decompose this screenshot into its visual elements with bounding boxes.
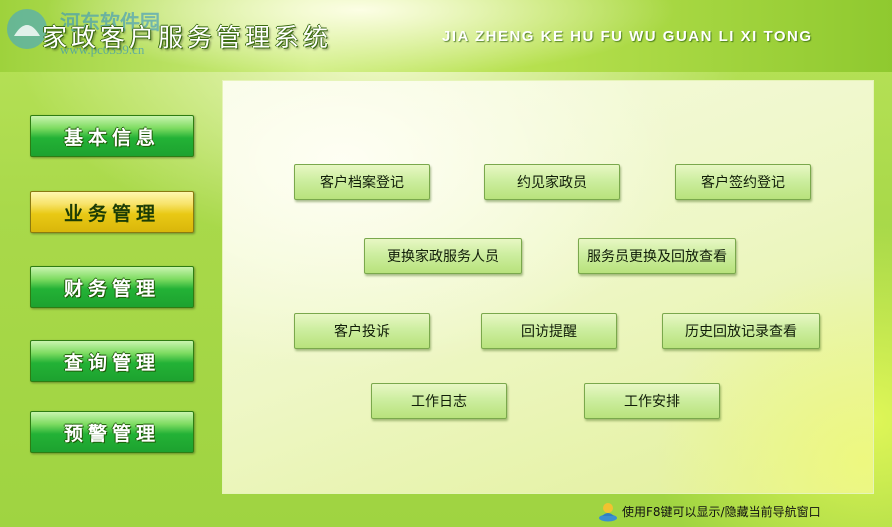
nav-finance-management-button[interactable]: 财务管理 — [30, 266, 194, 308]
nav-alert-management-button[interactable]: 预警管理 — [30, 411, 194, 453]
work-log-button[interactable]: 工作日志 — [371, 383, 507, 419]
footer-hint-text: 使用F8键可以显示/隐藏当前导航窗口 — [622, 504, 821, 519]
history-review-button[interactable]: 历史回放记录查看 — [662, 313, 820, 349]
app-window: 河东软件园 www.pc0359.cn 家政客户服务管理系统 JIA ZHENG… — [0, 0, 892, 527]
footer-hint: 使用F8键可以显示/隐藏当前导航窗口 — [596, 500, 821, 522]
nav-basic-info-button[interactable]: 基本信息 — [30, 115, 194, 157]
header-banner: 河东软件园 www.pc0359.cn 家政客户服务管理系统 JIA ZHENG… — [0, 0, 892, 72]
nav-business-management-button[interactable]: 业务管理 — [30, 191, 194, 233]
nav-query-management-button[interactable]: 查询管理 — [30, 340, 194, 382]
app-title-pinyin: JIA ZHENG KE HU FU WU GUAN LI XI TONG — [442, 28, 813, 45]
work-schedule-button[interactable]: 工作安排 — [584, 383, 720, 419]
revisit-reminder-button[interactable]: 回访提醒 — [481, 313, 617, 349]
staff-change-review-button[interactable]: 服务员更换及回放查看 — [578, 238, 736, 274]
meet-housekeeper-button[interactable]: 约见家政员 — [484, 164, 620, 200]
contract-register-button[interactable]: 客户签约登记 — [675, 164, 811, 200]
change-staff-button[interactable]: 更换家政服务人员 — [364, 238, 522, 274]
app-title: 家政客户服务管理系统 — [42, 23, 333, 52]
complaint-button[interactable]: 客户投诉 — [294, 313, 430, 349]
business-panel: 客户档案登记 约见家政员 客户签约登记 更换家政服务人员 服务员更换及回放查看 … — [222, 80, 874, 494]
user-hint-icon — [599, 503, 617, 522]
customer-register-button[interactable]: 客户档案登记 — [294, 164, 430, 200]
